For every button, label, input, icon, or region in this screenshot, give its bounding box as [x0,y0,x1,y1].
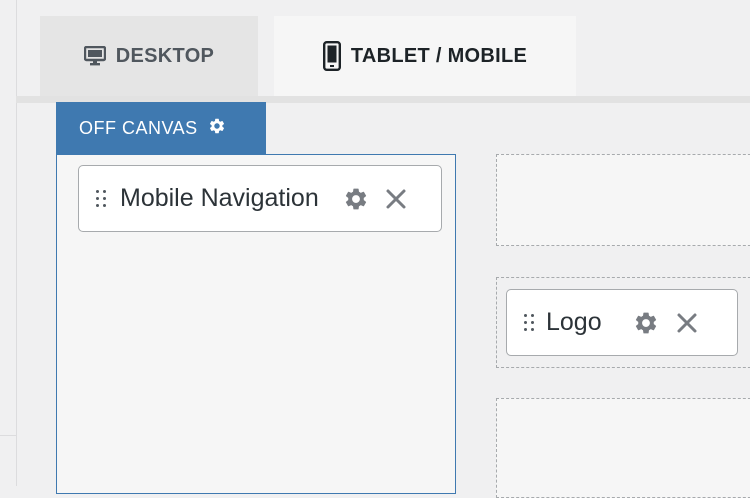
close-icon[interactable] [385,188,407,210]
logo-widget[interactable]: Logo [506,289,738,356]
header-drop-zone-bottom[interactable] [496,398,750,498]
tab-tablet-mobile-label: TABLET / MOBILE [350,44,528,67]
drag-handle-icon[interactable] [96,190,106,207]
tab-desktop[interactable]: DESKTOP [40,16,258,96]
close-icon[interactable] [676,312,698,334]
off-canvas-header[interactable]: OFF CANVAS [56,102,266,154]
header-drop-zone-top[interactable] [496,154,750,246]
gear-icon[interactable] [208,117,226,140]
mobile-navigation-widget[interactable]: Mobile Navigation [78,165,442,232]
gear-icon[interactable] [343,186,369,212]
gear-icon[interactable] [633,310,659,336]
off-canvas-label: OFF CANVAS [79,117,198,138]
mobile-navigation-label: Mobile Navigation [120,184,319,212]
left-edge-divider [16,0,17,486]
mobile-icon [322,41,341,71]
tab-desktop-label: DESKTOP [115,44,215,67]
tab-tablet-mobile[interactable]: TABLET / MOBILE [274,16,576,103]
drag-handle-icon[interactable] [524,314,534,331]
desktop-icon [83,46,106,66]
logo-label: Logo [546,308,602,336]
left-edge-stub [0,435,16,436]
